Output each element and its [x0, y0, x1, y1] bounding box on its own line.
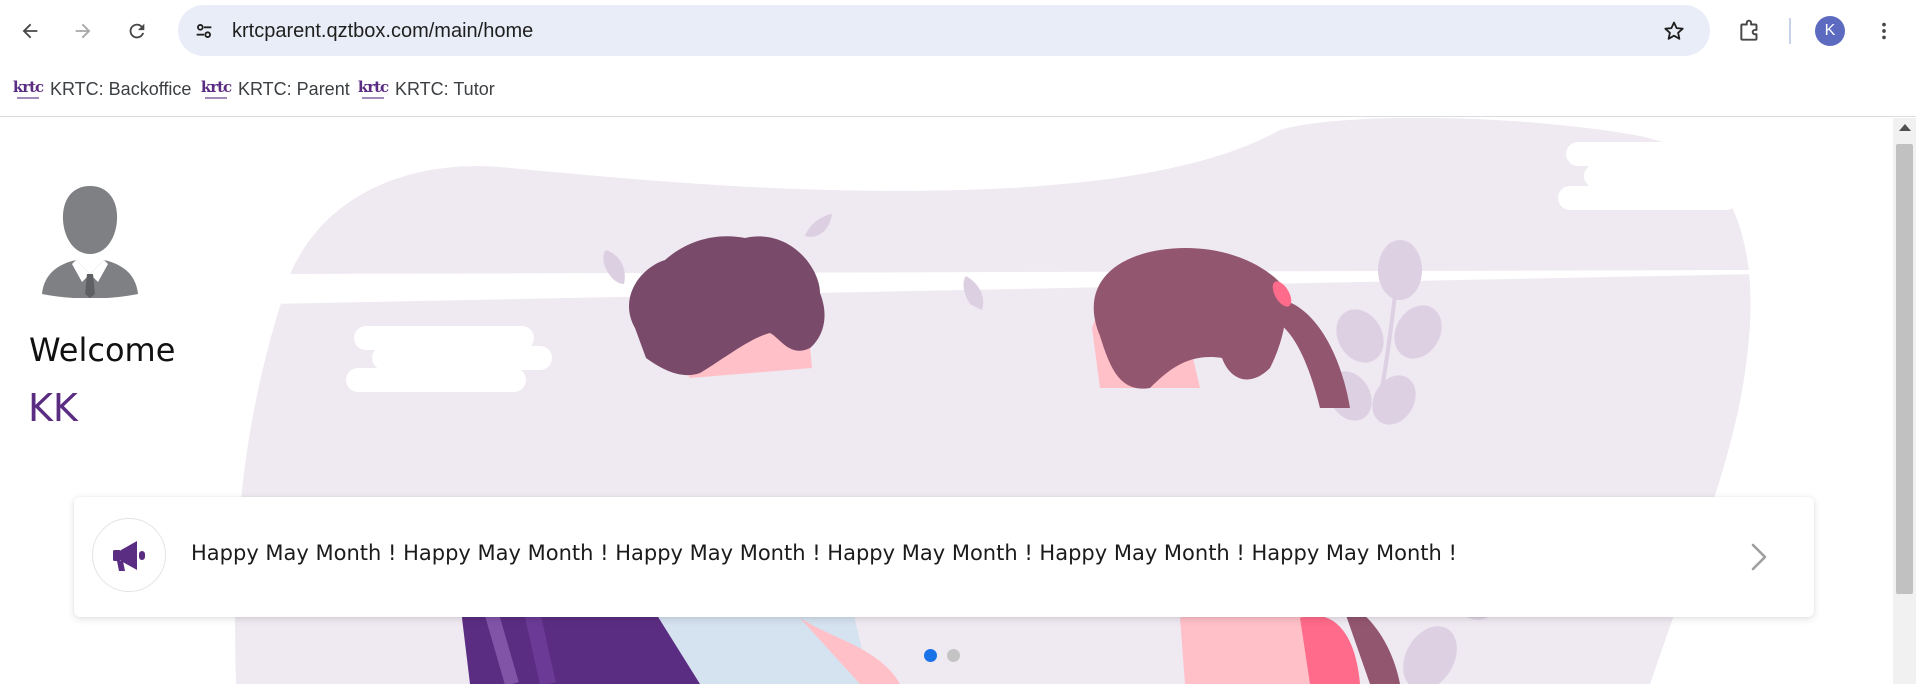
- page-scrollbar[interactable]: [1893, 118, 1916, 684]
- cloud-shape: [1558, 186, 1738, 210]
- welcome-heading: Welcome: [29, 331, 176, 369]
- arrow-right-icon: [75, 23, 91, 39]
- announcement-text: Happy May Month ! Happy May Month ! Happ…: [191, 541, 1457, 565]
- announcement-icon-container: [92, 518, 166, 592]
- tune-icon: [196, 24, 212, 38]
- star-icon: [1664, 21, 1684, 40]
- scroll-up-arrow-icon[interactable]: [1899, 124, 1911, 131]
- forward-button[interactable]: [63, 11, 103, 51]
- bookmark-krtc-backoffice[interactable]: krtc KRTC: Backoffice: [8, 73, 197, 105]
- cloud-shape: [372, 346, 552, 370]
- carousel-next-button[interactable]: [1744, 537, 1774, 577]
- krtc-logo-icon: krtc: [358, 76, 389, 102]
- chevron-right-icon: [1751, 543, 1767, 571]
- user-avatar-icon: [42, 186, 138, 298]
- reload-button[interactable]: [117, 11, 157, 51]
- bookmark-label: KRTC: Parent: [238, 78, 350, 99]
- more-vert-icon: [1882, 22, 1886, 40]
- arrow-left-icon: [22, 23, 38, 39]
- browser-menu-button[interactable]: [1864, 11, 1904, 51]
- address-bar[interactable]: krtcparent.qztbox.com/main/home: [178, 5, 1710, 56]
- back-button[interactable]: [10, 11, 50, 51]
- cloud-shape: [346, 368, 526, 392]
- bookmark-krtc-tutor[interactable]: krtc KRTC: Tutor: [353, 73, 501, 105]
- scroll-thumb[interactable]: [1896, 144, 1913, 594]
- cloud-shape: [1566, 142, 1746, 166]
- extensions-button[interactable]: [1730, 11, 1770, 51]
- bookmark-star-button[interactable]: [1656, 13, 1692, 49]
- bookmark-label: KRTC: Tutor: [395, 78, 495, 99]
- krtc-logo-icon: krtc: [13, 76, 44, 102]
- puzzle-icon: [1740, 19, 1758, 41]
- page-viewport: Welcome KK Happy May Month ! Happy May M…: [0, 118, 1893, 684]
- cloud-shape: [1584, 164, 1764, 188]
- toolbar-divider: [1789, 18, 1791, 44]
- announcement-card[interactable]: Happy May Month ! Happy May Month ! Happ…: [74, 497, 1814, 617]
- krtc-logo-icon: krtc: [201, 76, 232, 102]
- carousel-dot-1[interactable]: [924, 649, 937, 662]
- reload-icon: [129, 23, 145, 39]
- carousel-dot-2[interactable]: [947, 649, 960, 662]
- user-name: KK: [28, 386, 78, 430]
- bookmark-label: KRTC: Backoffice: [50, 78, 192, 99]
- carousel-indicators: [924, 649, 960, 662]
- browser-toolbar: krtcparent.qztbox.com/main/home K: [0, 0, 1916, 62]
- profile-avatar[interactable]: K: [1815, 16, 1845, 46]
- bookmark-krtc-parent[interactable]: krtc KRTC: Parent: [196, 73, 356, 105]
- url-text[interactable]: krtcparent.qztbox.com/main/home: [232, 20, 533, 43]
- bookmarks-bar: krtc KRTC: Backoffice krtc KRTC: Parent …: [0, 62, 1916, 117]
- site-info-button[interactable]: [184, 11, 224, 51]
- megaphone-icon: [113, 541, 145, 571]
